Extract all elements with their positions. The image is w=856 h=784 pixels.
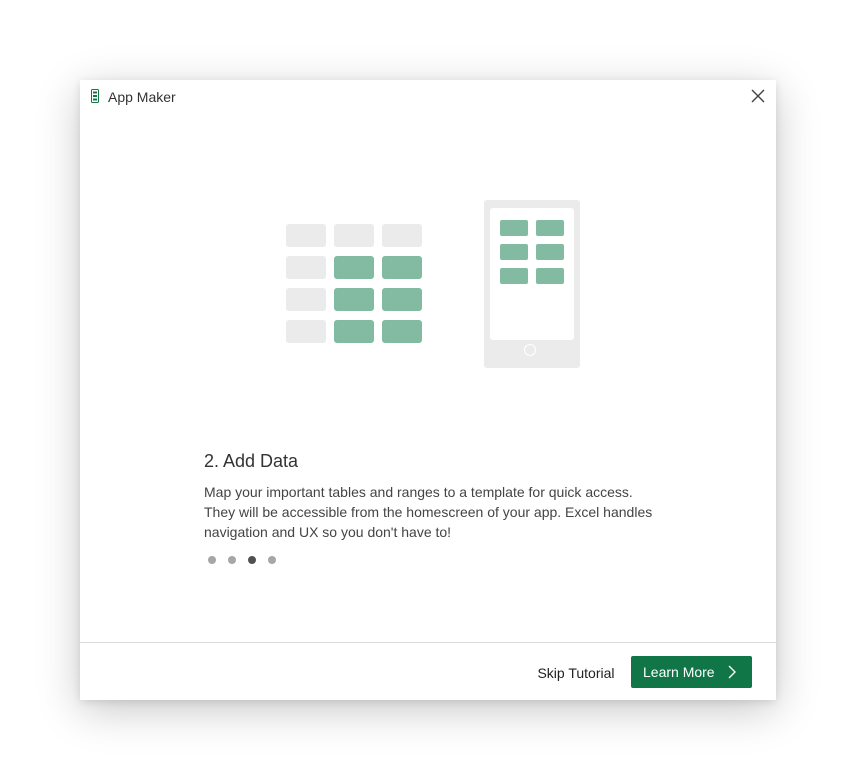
grid-cell [382, 320, 422, 343]
title-bar: App Maker [80, 80, 776, 114]
phone-cell [500, 244, 528, 260]
tutorial-dialog: App Maker 2. Add Data Map your important… [80, 80, 776, 700]
page-dot[interactable] [208, 556, 216, 564]
phone-cell [536, 220, 564, 236]
footer-divider [80, 642, 776, 643]
grid-cell [334, 224, 374, 247]
phone-home-button-icon [524, 344, 536, 356]
window-title: App Maker [108, 89, 176, 105]
page-dot[interactable] [228, 556, 236, 564]
grid-cell [334, 288, 374, 311]
grid-cell [334, 320, 374, 343]
grid-cell [382, 256, 422, 279]
skip-tutorial-button[interactable]: Skip Tutorial [526, 660, 626, 686]
phone-icon [484, 200, 580, 368]
grid-cell [382, 224, 422, 247]
grid-cell [286, 256, 326, 279]
step-title: 2. Add Data [204, 451, 299, 471]
phone-app-icon [91, 89, 99, 103]
grid-cell [334, 256, 374, 279]
chevron-right-icon [728, 665, 736, 679]
phone-cell [500, 220, 528, 236]
grid-cell [286, 320, 326, 343]
step-description: Map your important tables and ranges to … [204, 484, 653, 540]
grid-cell [286, 288, 326, 311]
grid-cell [286, 224, 326, 247]
grid-cell [382, 288, 422, 311]
page-dot-active[interactable] [248, 556, 256, 564]
learn-more-button[interactable]: Learn More [631, 656, 752, 688]
phone-screen [490, 208, 574, 340]
phone-cell [536, 268, 564, 284]
phone-cell [500, 268, 528, 284]
learn-more-label: Learn More [643, 664, 715, 680]
page-dot[interactable] [268, 556, 276, 564]
close-icon[interactable] [748, 86, 768, 106]
phone-cell [536, 244, 564, 260]
